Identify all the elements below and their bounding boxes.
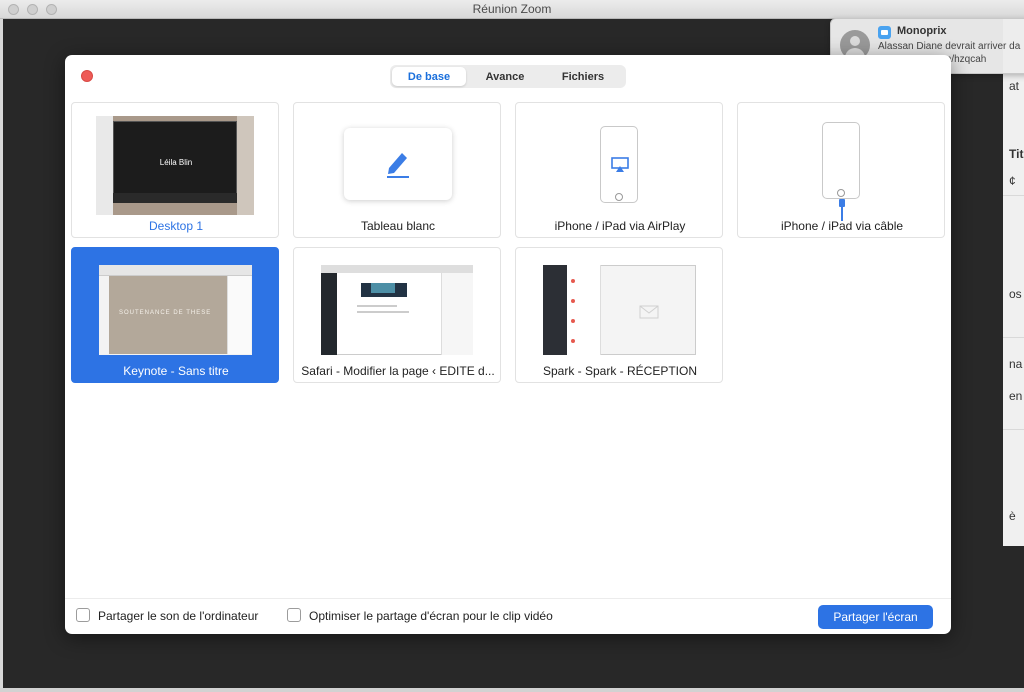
window-titlebar: Réunion Zoom	[0, 0, 1024, 19]
dock-edge	[0, 688, 1024, 692]
bg-text-fragment: os	[1009, 287, 1022, 301]
share-screen-button[interactable]: Partager l'écran	[818, 605, 933, 629]
background-app-window: at Tit ¢ os na en è	[1003, 19, 1024, 546]
optimize-video-checkbox[interactable]	[287, 608, 301, 622]
safari-thumbnail	[321, 265, 473, 355]
bg-text-fragment: è	[1009, 509, 1016, 523]
window-title: Réunion Zoom	[472, 2, 552, 16]
share-tile-cable[interactable]: iPhone / iPad via câble	[737, 102, 945, 238]
keynote-thumbnail: SOUTENANCE DE THESE	[99, 265, 252, 355]
envelope-icon	[639, 305, 659, 319]
notification-text: Alassan Diane devrait arriver da	[878, 41, 1021, 52]
phone-icon	[822, 122, 860, 199]
share-screen-dialog: De base Avance Fichiers Léila Blin Deskt…	[65, 55, 951, 634]
bg-text-fragment: Tit	[1009, 147, 1024, 161]
share-tile-whiteboard[interactable]: Tableau blanc	[293, 102, 501, 238]
bg-text-fragment: na	[1009, 357, 1023, 371]
tab-files[interactable]: Fichiers	[544, 67, 622, 86]
thumbnail-text: Léila Blin	[159, 158, 193, 167]
tile-label: iPhone / iPad via câble	[780, 219, 904, 233]
airplay-icon	[611, 157, 629, 172]
share-tile-keynote[interactable]: SOUTENANCE DE THESE Keynote - Sans titre	[71, 247, 279, 383]
spark-thumbnail	[543, 265, 696, 355]
bg-text-fragment: en	[1009, 389, 1023, 403]
tile-label: Keynote - Sans titre	[123, 364, 229, 378]
tile-label: Tableau blanc	[360, 219, 436, 233]
tile-label: Desktop 1	[148, 219, 204, 233]
share-tile-airplay[interactable]: iPhone / iPad via AirPlay	[515, 102, 723, 238]
tile-label: Safari - Modifier la page ‹ EDITE d...	[301, 364, 495, 378]
share-sound-label: Partager le son de l'ordinateur	[98, 609, 259, 623]
whiteboard-thumbnail	[344, 128, 452, 200]
left-window-edge	[0, 19, 3, 692]
bg-text-fragment: ¢	[1009, 174, 1016, 188]
footer-divider	[65, 598, 951, 599]
notification-sender: Monoprix	[897, 25, 947, 37]
cable-icon	[839, 199, 845, 221]
tab-basic[interactable]: De base	[392, 67, 466, 86]
share-tile-desktop[interactable]: Léila Blin Desktop 1	[71, 102, 279, 238]
share-tile-safari[interactable]: Safari - Modifier la page ‹ EDITE d...	[293, 247, 501, 383]
tab-bar: De base Avance Fichiers	[390, 65, 626, 88]
pencil-icon	[387, 153, 409, 178]
optimize-video-label: Optimiser le partage d'écran pour le cli…	[309, 609, 553, 623]
message-app-icon	[878, 26, 891, 39]
thumbnail-text: SOUTENANCE DE THESE	[119, 310, 212, 316]
tile-label: Spark - Spark - RÉCEPTION	[542, 364, 698, 378]
tab-advanced[interactable]: Avance	[466, 67, 544, 86]
desktop-thumbnail: Léila Blin	[96, 116, 254, 215]
share-tile-spark[interactable]: Spark - Spark - RÉCEPTION	[515, 247, 723, 383]
phone-icon	[600, 126, 638, 203]
tile-label: iPhone / iPad via AirPlay	[554, 219, 686, 233]
dialog-close-button[interactable]	[81, 70, 93, 82]
share-sound-checkbox[interactable]	[76, 608, 90, 622]
bg-text-fragment: at	[1009, 79, 1020, 93]
